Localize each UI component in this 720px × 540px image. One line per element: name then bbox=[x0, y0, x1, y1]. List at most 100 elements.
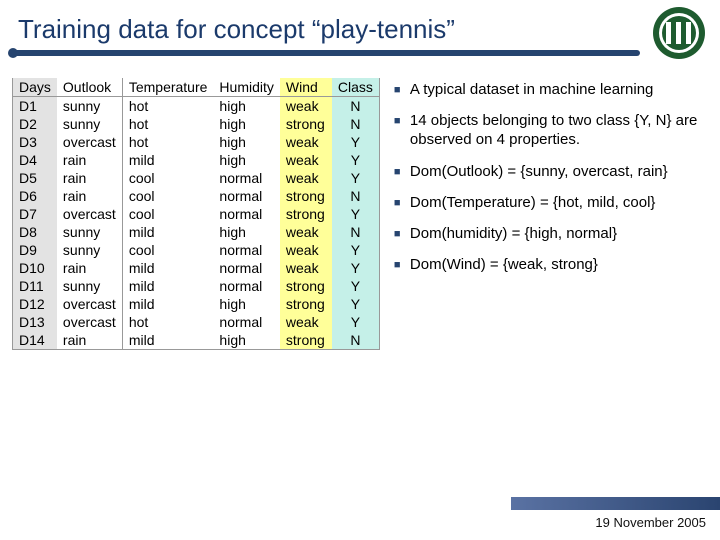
table-cell: cool bbox=[122, 187, 213, 205]
header-temperature: Temperature bbox=[122, 78, 213, 97]
table-row: D13overcasthotnormalweakY bbox=[13, 313, 380, 331]
table-cell: weak bbox=[280, 133, 332, 151]
table-cell: mild bbox=[122, 259, 213, 277]
bullet-text: Dom(Outlook) = {sunny, overcast, rain} bbox=[410, 162, 708, 181]
table-cell: strong bbox=[280, 115, 332, 133]
table-row: D2sunnyhothighstrongN bbox=[13, 115, 380, 133]
table-cell: Y bbox=[332, 151, 380, 169]
table-cell: high bbox=[213, 115, 279, 133]
table-cell: mild bbox=[122, 223, 213, 241]
table-cell: strong bbox=[280, 187, 332, 205]
institute-logo-icon bbox=[652, 6, 706, 60]
header-humidity: Humidity bbox=[213, 78, 279, 97]
table-cell: N bbox=[332, 115, 380, 133]
header-days: Days bbox=[13, 78, 57, 97]
table-cell: overcast bbox=[57, 313, 122, 331]
footer-accent-bar bbox=[510, 497, 720, 510]
table-cell: normal bbox=[213, 187, 279, 205]
table-cell: cool bbox=[122, 169, 213, 187]
table-row: D11sunnymildnormalstrongY bbox=[13, 277, 380, 295]
table-cell: sunny bbox=[57, 277, 122, 295]
table-row: D6raincoolnormalstrongN bbox=[13, 187, 380, 205]
table-cell: mild bbox=[122, 277, 213, 295]
table-cell: hot bbox=[122, 97, 213, 116]
table-cell: rain bbox=[57, 187, 122, 205]
footer-date: 19 November 2005 bbox=[595, 515, 706, 530]
table-cell: sunny bbox=[57, 115, 122, 133]
table-cell: strong bbox=[280, 295, 332, 313]
table-cell: N bbox=[332, 187, 380, 205]
table-cell: weak bbox=[280, 259, 332, 277]
table-cell: Y bbox=[332, 133, 380, 151]
data-table: Days Outlook Temperature Humidity Wind C… bbox=[12, 78, 380, 350]
table-cell: normal bbox=[213, 259, 279, 277]
table-cell: D1 bbox=[13, 97, 57, 116]
table-cell: normal bbox=[213, 169, 279, 187]
title-underline bbox=[12, 50, 640, 56]
table-cell: high bbox=[213, 151, 279, 169]
table-cell: D8 bbox=[13, 223, 57, 241]
table-cell: weak bbox=[280, 241, 332, 259]
bullet-item: ■14 objects belonging to two class {Y, N… bbox=[394, 111, 708, 149]
table-cell: normal bbox=[213, 241, 279, 259]
table-cell: Y bbox=[332, 295, 380, 313]
table-cell: normal bbox=[213, 313, 279, 331]
table-row: D3overcasthothighweakY bbox=[13, 133, 380, 151]
table-cell: mild bbox=[122, 151, 213, 169]
bullet-square-icon: ■ bbox=[394, 162, 410, 181]
table-cell: hot bbox=[122, 115, 213, 133]
table-cell: high bbox=[213, 223, 279, 241]
table-row: D8sunnymildhighweakN bbox=[13, 223, 380, 241]
table-cell: Y bbox=[332, 205, 380, 223]
table-cell: D2 bbox=[13, 115, 57, 133]
bullet-item: ■A typical dataset in machine learning bbox=[394, 80, 708, 99]
table-cell: high bbox=[213, 97, 279, 116]
table-cell: D13 bbox=[13, 313, 57, 331]
table-cell: D3 bbox=[13, 133, 57, 151]
table-cell: D6 bbox=[13, 187, 57, 205]
table-cell: rain bbox=[57, 331, 122, 350]
table-cell: overcast bbox=[57, 295, 122, 313]
table-cell: cool bbox=[122, 205, 213, 223]
table-cell: sunny bbox=[57, 97, 122, 116]
table-cell: Y bbox=[332, 241, 380, 259]
table-cell: mild bbox=[122, 331, 213, 350]
table-cell: weak bbox=[280, 151, 332, 169]
table-cell: Y bbox=[332, 313, 380, 331]
table-cell: high bbox=[213, 331, 279, 350]
table-cell: N bbox=[332, 331, 380, 350]
table-cell: sunny bbox=[57, 223, 122, 241]
table-cell: high bbox=[213, 295, 279, 313]
table-cell: D5 bbox=[13, 169, 57, 187]
table-cell: overcast bbox=[57, 133, 122, 151]
table-cell: normal bbox=[213, 277, 279, 295]
table-cell: rain bbox=[57, 151, 122, 169]
table-cell: strong bbox=[280, 331, 332, 350]
bullet-square-icon: ■ bbox=[394, 80, 410, 99]
header-class: Class bbox=[332, 78, 380, 97]
slide-title: Training data for concept “play-tennis” bbox=[18, 14, 720, 45]
bullet-text: Dom(humidity) = {high, normal} bbox=[410, 224, 708, 243]
table-cell: strong bbox=[280, 205, 332, 223]
table-row: D10rainmildnormalweakY bbox=[13, 259, 380, 277]
table-cell: cool bbox=[122, 241, 213, 259]
header-outlook: Outlook bbox=[57, 78, 122, 97]
table-cell: N bbox=[332, 97, 380, 116]
table-row: D5raincoolnormalweakY bbox=[13, 169, 380, 187]
table-cell: D9 bbox=[13, 241, 57, 259]
table-cell: strong bbox=[280, 277, 332, 295]
table-cell: normal bbox=[213, 205, 279, 223]
table-cell: overcast bbox=[57, 205, 122, 223]
table-cell: weak bbox=[280, 223, 332, 241]
bullet-item: ■Dom(humidity) = {high, normal} bbox=[394, 224, 708, 243]
table-cell: mild bbox=[122, 295, 213, 313]
table-cell: high bbox=[213, 133, 279, 151]
bullet-text: 14 objects belonging to two class {Y, N}… bbox=[410, 111, 708, 149]
table-row: D9sunnycoolnormalweakY bbox=[13, 241, 380, 259]
bullet-item: ■Dom(Temperature) = {hot, mild, cool} bbox=[394, 193, 708, 212]
table-cell: Y bbox=[332, 169, 380, 187]
bullet-text: Dom(Temperature) = {hot, mild, cool} bbox=[410, 193, 708, 212]
table-cell: D4 bbox=[13, 151, 57, 169]
table-header-row: Days Outlook Temperature Humidity Wind C… bbox=[13, 78, 380, 97]
table-row: D1sunnyhothighweakN bbox=[13, 97, 380, 116]
